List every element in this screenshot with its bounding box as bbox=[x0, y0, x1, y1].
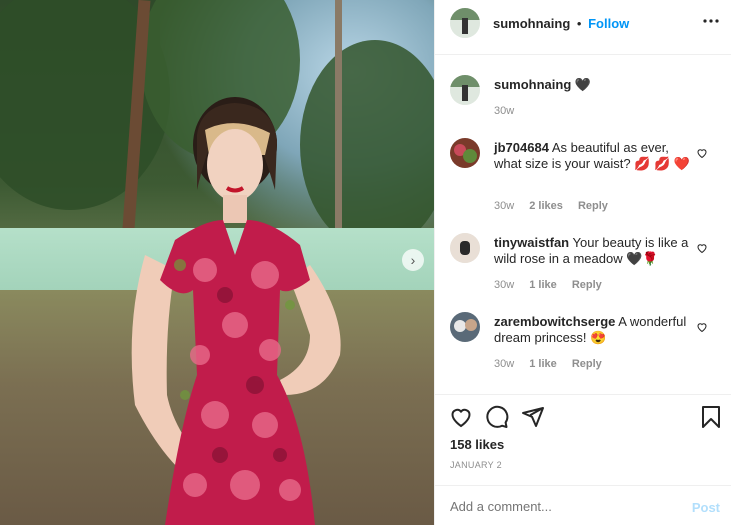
comment-age: 30w bbox=[494, 200, 515, 212]
comment-input[interactable] bbox=[450, 499, 670, 514]
comment-text: zarembowitchserge A wonderful dream prin… bbox=[494, 314, 694, 346]
comment-username[interactable]: jb704684 bbox=[494, 140, 549, 155]
reply-button[interactable]: Reply bbox=[572, 358, 602, 370]
caption-text: sumohnaing 🖤 bbox=[494, 77, 694, 93]
avatar[interactable] bbox=[450, 312, 480, 342]
comment-age: 30w bbox=[494, 358, 515, 370]
comment-likes[interactable]: 1 like bbox=[529, 279, 557, 291]
separator-dot: • bbox=[576, 16, 582, 31]
photo-person bbox=[131, 97, 341, 525]
caption-meta: 30w bbox=[494, 105, 526, 117]
reply-button[interactable]: Reply bbox=[572, 279, 602, 291]
comment-icon[interactable] bbox=[485, 405, 509, 429]
post-actions: 158 likes JANUARY 2 Post bbox=[435, 394, 731, 525]
avatar[interactable] bbox=[450, 8, 480, 38]
next-arrow-icon[interactable]: › bbox=[402, 249, 424, 271]
comment-likes[interactable]: 2 likes bbox=[529, 200, 563, 212]
more-icon[interactable] bbox=[703, 13, 719, 34]
caption-username[interactable]: sumohnaing bbox=[494, 77, 571, 92]
comment-meta: 30w 1 like Reply bbox=[494, 279, 614, 291]
heart-icon[interactable] bbox=[696, 321, 708, 333]
comment-likes[interactable]: 1 like bbox=[529, 358, 557, 370]
avatar[interactable] bbox=[450, 138, 480, 168]
post-header: sumohnaing • Follow bbox=[435, 0, 731, 55]
comment-username[interactable]: tinywaistfan bbox=[494, 235, 569, 250]
header-username[interactable]: sumohnaing bbox=[493, 16, 570, 31]
bookmark-icon[interactable] bbox=[699, 405, 723, 429]
comment-text: tinywaistfan Your beauty is like a wild … bbox=[494, 235, 694, 267]
comment-meta: 30w 2 likes Reply bbox=[494, 200, 620, 212]
comment-username[interactable]: zarembowitchserge bbox=[494, 314, 615, 329]
heart-icon[interactable] bbox=[696, 242, 708, 254]
comment-text: jb704684 As beautiful as ever, what size… bbox=[494, 140, 694, 172]
header-user-line: sumohnaing • Follow bbox=[493, 16, 629, 31]
share-icon[interactable] bbox=[521, 405, 545, 429]
post-button[interactable]: Post bbox=[692, 500, 720, 515]
avatar[interactable] bbox=[450, 75, 480, 105]
post-side-panel: sumohnaing • Follow sumohnaing 🖤 30w jb7… bbox=[434, 0, 731, 525]
comment-composer: Post bbox=[435, 485, 731, 525]
likes-count[interactable]: 158 likes bbox=[450, 437, 504, 452]
reply-button[interactable]: Reply bbox=[578, 200, 608, 212]
heart-icon[interactable] bbox=[449, 405, 473, 429]
comment-meta: 30w 1 like Reply bbox=[494, 358, 614, 370]
post-date: JANUARY 2 bbox=[450, 460, 502, 470]
heart-icon[interactable] bbox=[696, 147, 708, 159]
caption-emoji: 🖤 bbox=[574, 77, 592, 92]
post-photo[interactable]: › bbox=[0, 0, 434, 525]
avatar[interactable] bbox=[450, 233, 480, 263]
follow-button[interactable]: Follow bbox=[588, 16, 629, 31]
caption-age: 30w bbox=[494, 105, 515, 117]
comment-age: 30w bbox=[494, 279, 515, 291]
